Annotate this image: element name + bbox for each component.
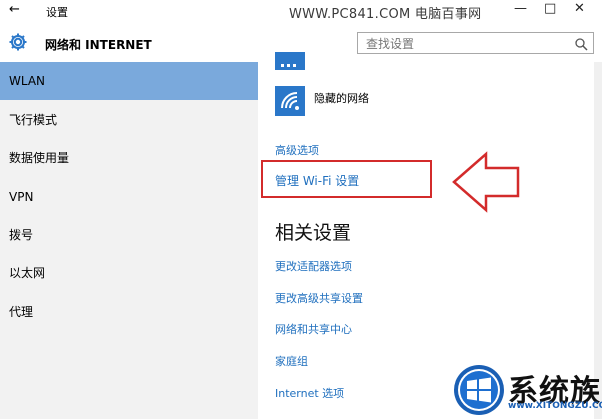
sidebar-item-proxy[interactable]: 代理 — [0, 293, 258, 331]
homegroup-link[interactable]: 家庭组 — [275, 353, 308, 369]
close-button[interactable]: ✕ — [574, 1, 585, 16]
change-adapter-options-link[interactable]: 更改适配器选项 — [275, 258, 352, 274]
sidebar: WLAN 飞行模式 数据使用量 VPN 拨号 以太网 代理 — [0, 62, 258, 419]
sidebar-item-wlan[interactable]: WLAN — [0, 62, 258, 100]
sidebar-item-airplane-mode[interactable]: 飞行模式 — [0, 101, 258, 139]
change-advanced-sharing-link[interactable]: 更改高级共享设置 — [275, 290, 363, 306]
sidebar-item-ethernet[interactable]: 以太网 — [0, 254, 258, 292]
minimize-button[interactable]: — — [514, 1, 527, 16]
network-sharing-center-link[interactable]: 网络和共享中心 — [275, 321, 352, 337]
windows-logo-icon — [453, 364, 505, 420]
manage-wifi-settings-link[interactable]: 管理 Wi-Fi 设置 — [275, 172, 359, 189]
logo-url: www.XITONGZU.COM — [508, 401, 602, 411]
search-box[interactable] — [357, 32, 594, 54]
search-icon[interactable] — [575, 36, 588, 55]
back-arrow-icon[interactable]: ← — [9, 2, 20, 17]
title-bar: ← 设置 WWW.PC841.COM 电脑百事网 — □ ✕ — [0, 0, 602, 22]
related-settings-heading: 相关设置 — [275, 222, 352, 244]
sidebar-item-data-usage[interactable]: 数据使用量 — [0, 139, 258, 177]
advanced-options-link[interactable]: 高级选项 — [275, 142, 319, 158]
hidden-network-label[interactable]: 隐藏的网络 — [314, 90, 369, 106]
internet-options-link[interactable]: Internet 选项 — [275, 385, 344, 401]
sidebar-item-dialup[interactable]: 拨号 — [0, 216, 258, 254]
search-input[interactable] — [364, 35, 568, 53]
watermark-text: WWW.PC841.COM 电脑百事网 — [289, 7, 482, 22]
wifi-icon — [281, 64, 296, 67]
left-arrow-annotation-icon — [450, 150, 522, 218]
gear-icon — [8, 32, 28, 56]
wifi-network-tile-partial[interactable] — [275, 52, 305, 70]
window-title: 设置 — [46, 6, 68, 19]
hidden-network-tile[interactable] — [275, 86, 305, 116]
wifi-icon — [281, 92, 299, 110]
maximize-button[interactable]: □ — [544, 1, 556, 16]
page-title: 网络和 INTERNET — [45, 38, 152, 52]
sidebar-item-vpn[interactable]: VPN — [0, 178, 258, 216]
